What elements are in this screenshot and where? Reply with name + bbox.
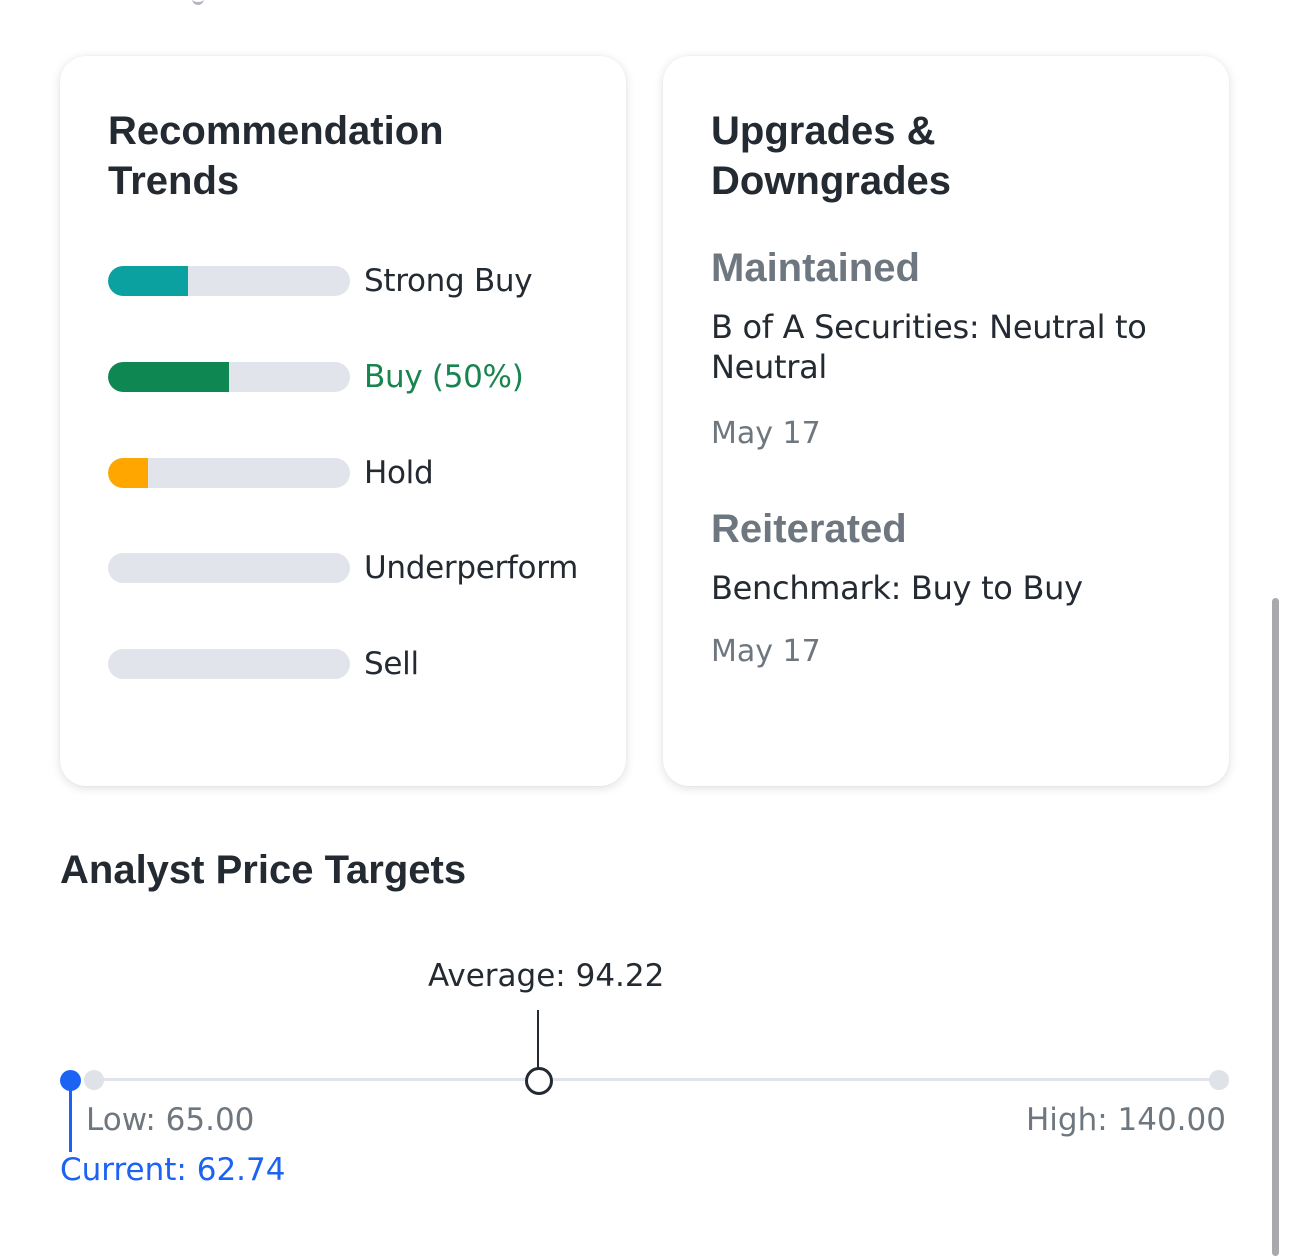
- rating-date: May 17: [711, 416, 821, 451]
- trend-row-buy[interactable]: Buy (50%): [108, 357, 608, 397]
- average-marker: [525, 1067, 553, 1095]
- trend-bar-fill: [108, 362, 229, 392]
- trend-row-strong-buy[interactable]: Strong Buy: [108, 261, 608, 301]
- rating-status: Maintained: [711, 246, 920, 290]
- trend-bar-fill: [108, 266, 188, 296]
- trend-bar-track: [108, 266, 350, 296]
- trend-label: Strong Buy: [364, 263, 533, 299]
- top-text-fragment: [192, 0, 204, 5]
- trend-bar-track: [108, 458, 350, 488]
- price-range-line: [94, 1078, 1219, 1081]
- average-price-label: Average: 94.22: [428, 958, 665, 994]
- trend-row-hold[interactable]: Hold: [108, 453, 608, 493]
- trend-bar-track: [108, 649, 350, 679]
- trend-row-sell[interactable]: Sell: [108, 644, 608, 684]
- price-target-range[interactable]: Average: 94.22 Low: 65.00 High: 140.00 C…: [0, 940, 1290, 1240]
- rating-description: Benchmark: Buy to Buy: [711, 569, 1083, 607]
- high-target-marker: [1209, 1070, 1229, 1090]
- recommendation-trends-title: Recommendation Trends: [108, 109, 444, 203]
- low-target-marker: [84, 1070, 104, 1090]
- trend-bar-track: [108, 553, 350, 583]
- recommendation-trends-card[interactable]: Recommendation Trends Strong Buy Buy (50…: [60, 56, 626, 786]
- trend-label: Underperform: [364, 550, 579, 586]
- trend-bar-fill: [108, 458, 148, 488]
- average-marker-stem: [537, 1010, 539, 1070]
- trend-label: Sell: [364, 646, 419, 682]
- vertical-scrollbar[interactable]: [1272, 598, 1279, 1256]
- upgrades-downgrades-title: Upgrades & Downgrades: [711, 109, 952, 203]
- current-price-marker: [60, 1070, 81, 1091]
- rating-status: Reiterated: [711, 507, 907, 551]
- low-price-label: Low: 65.00: [86, 1102, 255, 1138]
- analyst-price-targets-title: Analyst Price Targets: [60, 848, 467, 892]
- upgrades-downgrades-card[interactable]: Upgrades & Downgrades Maintained B of A …: [663, 56, 1229, 786]
- trend-label: Buy (50%): [364, 359, 524, 395]
- trend-row-underperform[interactable]: Underperform: [108, 548, 608, 588]
- high-price-label: High: 140.00: [1025, 1102, 1226, 1138]
- rating-description: B of A Securities: Neutral to Neutral: [711, 308, 1147, 386]
- trend-bar-track: [108, 362, 350, 392]
- rating-date: May 17: [711, 634, 821, 669]
- trend-label: Hold: [364, 455, 434, 491]
- current-price-label: Current: 62.74: [60, 1152, 286, 1188]
